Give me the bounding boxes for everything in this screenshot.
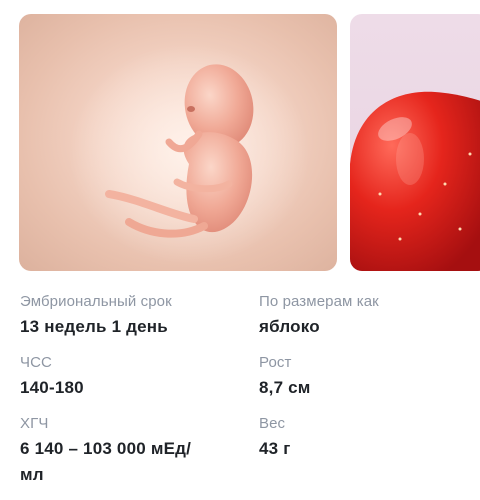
embryonic-term-label: Эмбриональный срок bbox=[20, 293, 172, 310]
heart-rate-value: 140-180 bbox=[20, 378, 84, 397]
size-like-label: По размерам как bbox=[259, 293, 379, 310]
height-value: 8,7 см bbox=[259, 378, 311, 397]
size-like-value: яблоко bbox=[259, 317, 320, 336]
heart-rate-label: ЧСС bbox=[20, 354, 52, 371]
weight-label: Вес bbox=[259, 415, 286, 432]
hcg-value-line1: 6 140 – 103 000 мЕд/ bbox=[20, 439, 192, 458]
weight-value: 43 г bbox=[259, 439, 291, 458]
pregnancy-stats: Эмбриональный срок 13 недель 1 день По р… bbox=[0, 0, 480, 500]
embryonic-term-value: 13 недель 1 день bbox=[20, 317, 168, 336]
hcg-label: ХГЧ bbox=[20, 415, 49, 432]
height-label: Рост bbox=[259, 354, 292, 371]
hcg-value-line2: мл bbox=[20, 465, 44, 484]
